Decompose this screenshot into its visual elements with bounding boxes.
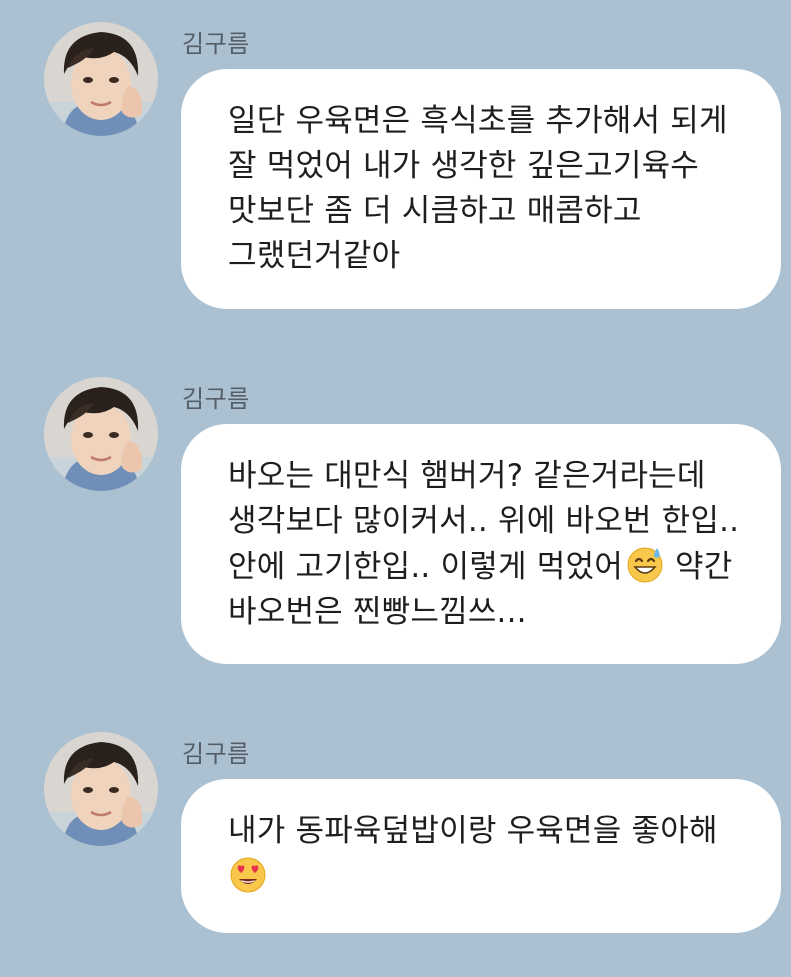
- profile-photo-avatar: [44, 22, 158, 136]
- profile-avatar[interactable]: [44, 732, 158, 846]
- profile-avatar[interactable]: [44, 22, 158, 136]
- message-bubble[interactable]: 일단 우육면은 흑식초를 추가해서 되게 잘 먹었어 내가 생각한 깊은고기육수…: [181, 69, 781, 309]
- chat-screen[interactable]: { "colors": { "background": "#abc1d1", "…: [0, 0, 791, 977]
- sender-name: 김구름: [182, 740, 250, 768]
- grinning-face-with-sweat-icon: [625, 544, 665, 584]
- profile-photo-avatar: [44, 732, 158, 846]
- message-text-line: 생각보다 많이커서.. 위에 바오번 한입..: [228, 503, 740, 539]
- message-text-line: 바오번은 찐빵느낌쓰...: [228, 594, 527, 630]
- sender-name: 김구름: [182, 30, 250, 58]
- profile-avatar[interactable]: [44, 377, 158, 491]
- message-text-segment: 약간: [664, 549, 733, 585]
- message-text-segment: 안에 고기한입.. 이렇게 먹었어: [228, 549, 623, 585]
- message-bubble[interactable]: 내가 동파육덮밥이랑 우육면을 좋아해: [181, 779, 781, 933]
- message-text-line: 내가 동파육덮밥이랑 우육면을 좋아해: [228, 813, 718, 849]
- message-text-line: 잘 먹었어 내가 생각한 깊은고기육수: [228, 148, 700, 184]
- message-text-line: 그랬던거같아: [228, 238, 401, 274]
- heart-eyes-face-icon: [228, 854, 268, 894]
- profile-photo-avatar: [44, 377, 158, 491]
- message-text-line: 맛보단 좀 더 시큼하고 매콤하고: [228, 193, 642, 229]
- message-text-line: 일단 우육면은 흑식초를 추가해서 되게: [228, 103, 728, 139]
- message-text-line: 바오는 대만식 햄버거? 같은거라는데: [228, 458, 706, 494]
- message-bubble[interactable]: 바오는 대만식 햄버거? 같은거라는데 생각보다 많이커서.. 위에 바오번 한…: [181, 424, 781, 664]
- message-text-line: [228, 854, 741, 900]
- sender-name: 김구름: [182, 385, 250, 413]
- message-text-line: 안에 고기한입.. 이렇게 먹었어 약간: [228, 544, 741, 590]
